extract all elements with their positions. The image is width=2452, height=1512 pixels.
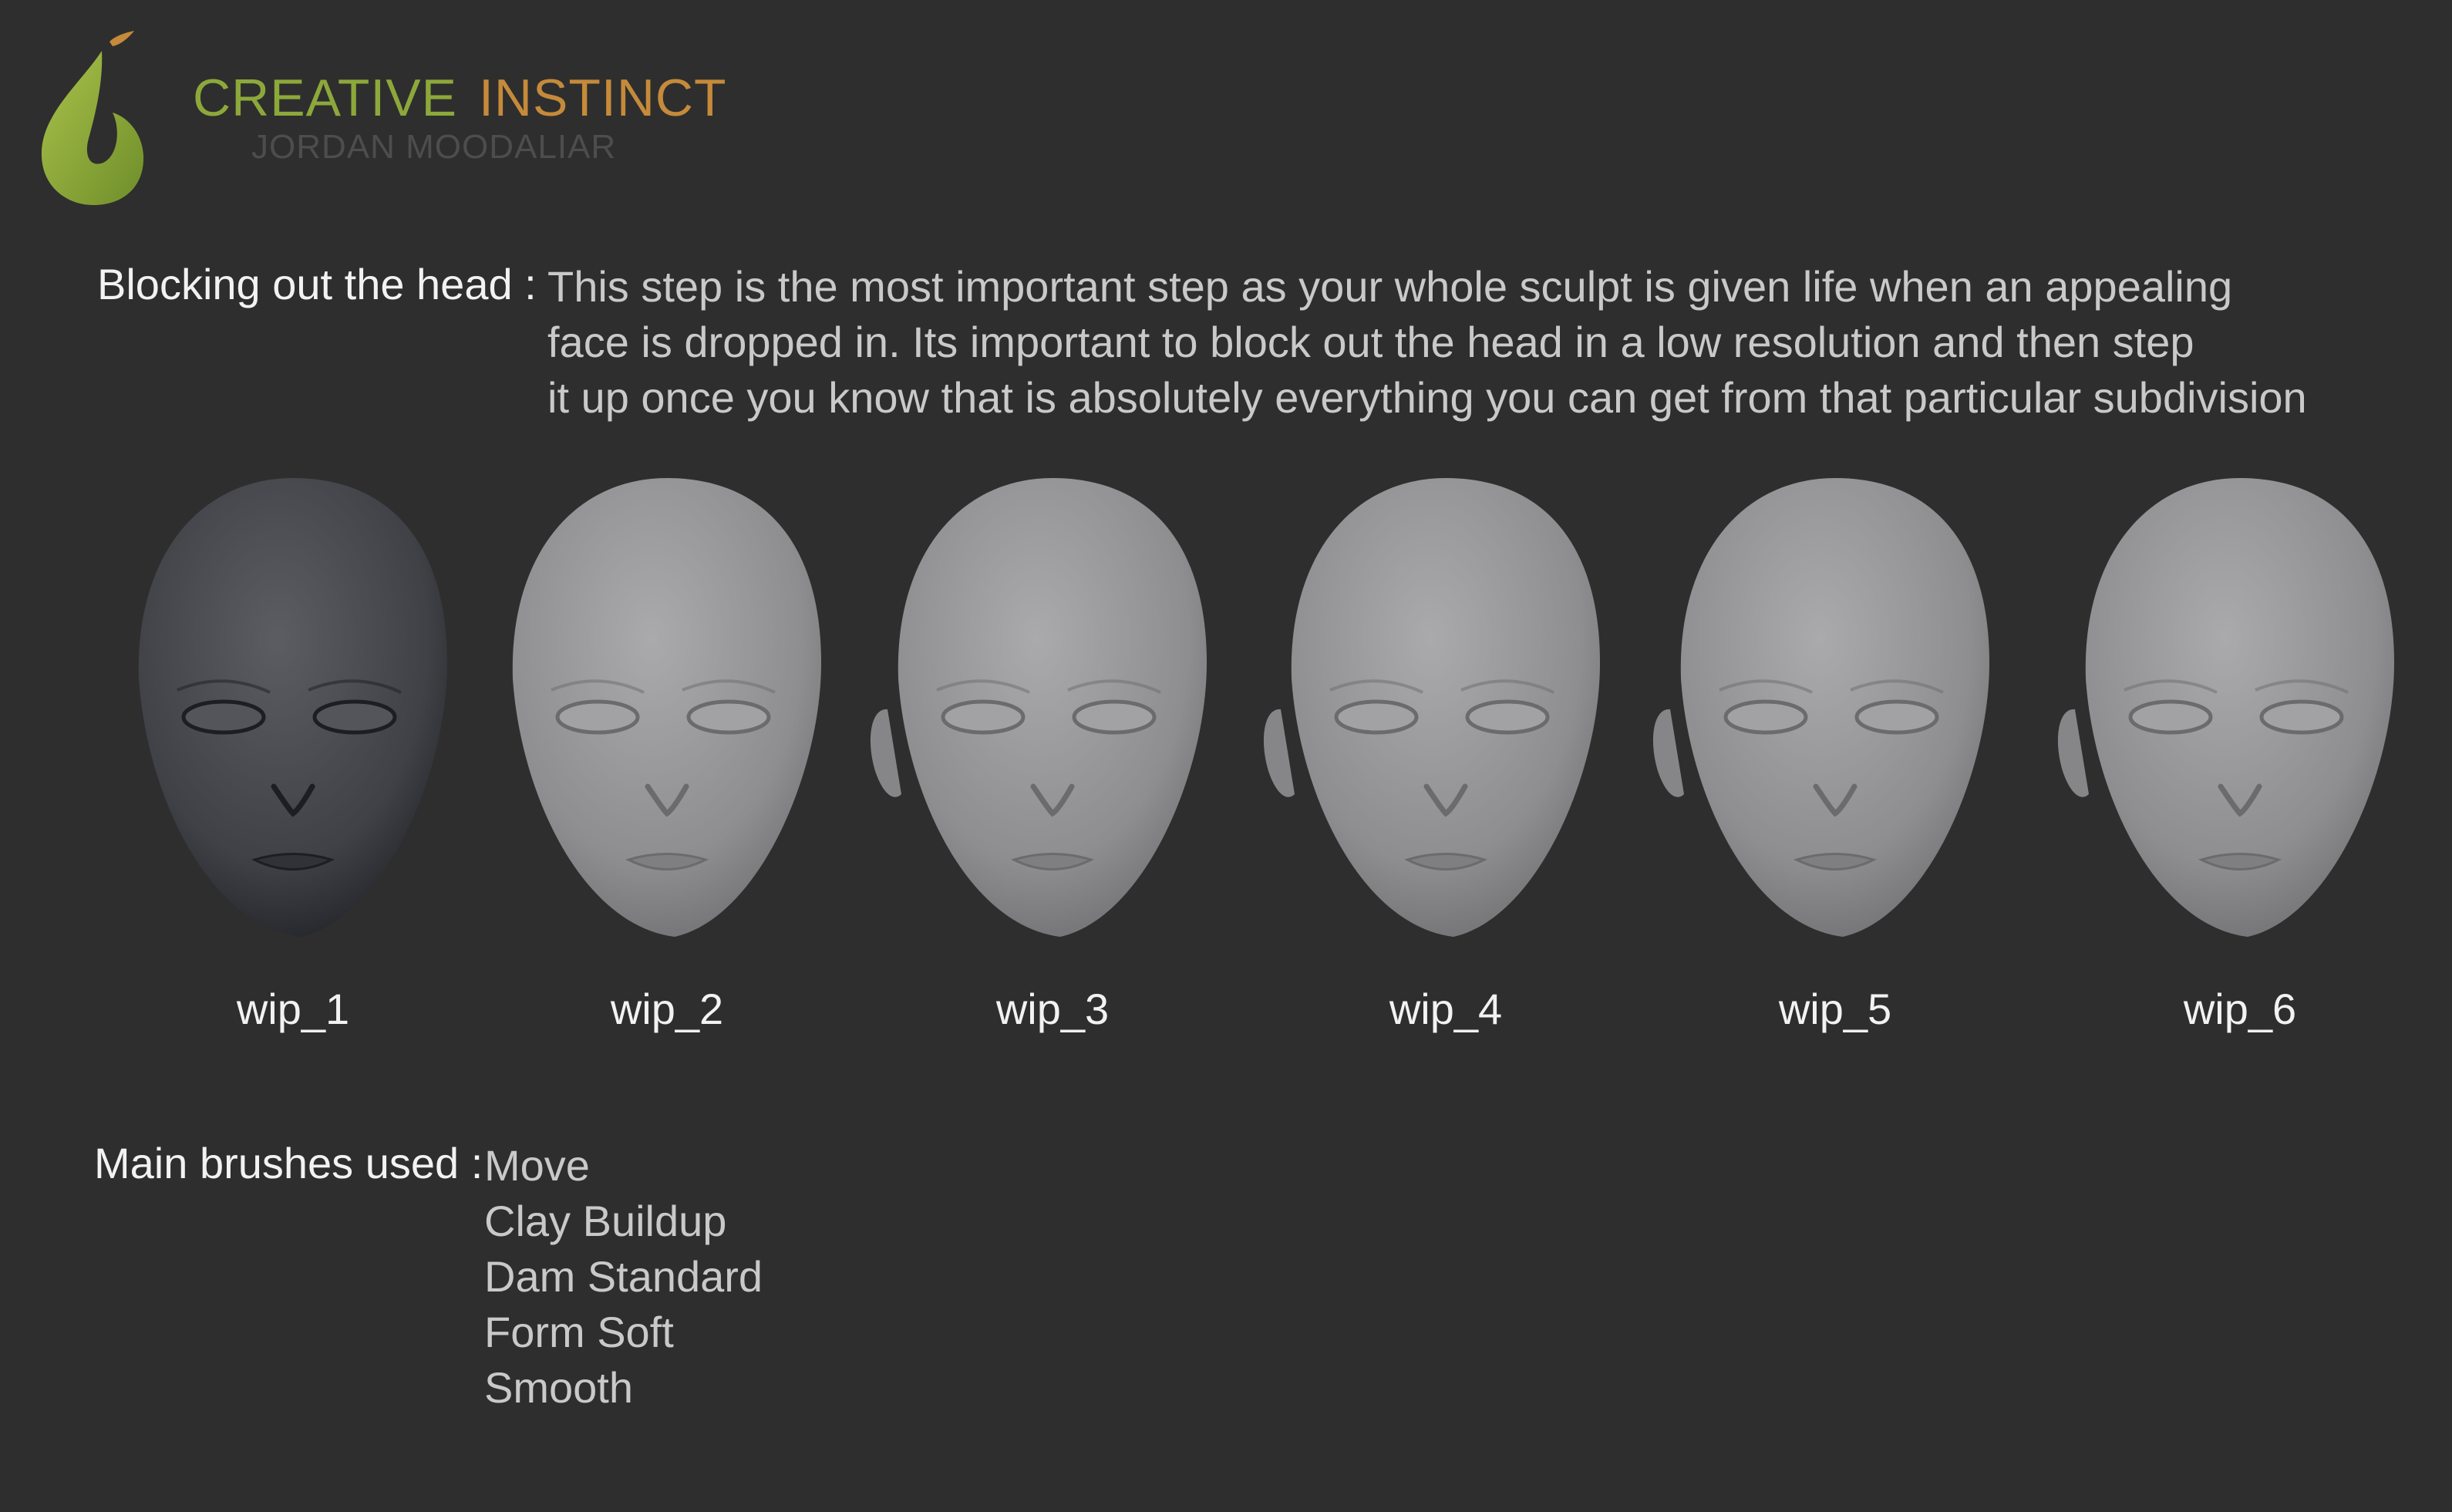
brush-item: Move — [484, 1141, 590, 1190]
intro-label: Blocking out the head : — [97, 260, 537, 308]
head-sculpt-image — [2057, 478, 2394, 937]
intro-line: it up once you know that is absolutely e… — [547, 373, 2307, 422]
brush-item: Dam Standard — [484, 1252, 763, 1301]
head-caption: wip_4 — [1389, 985, 1503, 1033]
head-sculpt-image — [512, 478, 821, 937]
head-render-4: wip_4 — [1253, 463, 1639, 1049]
head-render-3: wip_3 — [860, 463, 1245, 1049]
head-sequence: wip_1 wip_2 wip_3 wip_4 wip_5 wip_6 — [0, 463, 2452, 1049]
intro-text: This step is the most important step as … — [547, 259, 2413, 426]
brush-item: Clay Buildup — [484, 1197, 727, 1245]
head-sculpt-image — [138, 478, 447, 937]
intro-line: This step is the most important step as … — [547, 262, 2233, 311]
head-sculpt-image — [1652, 478, 1989, 937]
brush-item: Form Soft — [484, 1308, 674, 1356]
head-caption: wip_1 — [236, 985, 350, 1033]
intro-line: face is dropped in. Its important to blo… — [547, 318, 2194, 366]
brand-title-part1: CREATIVE — [193, 69, 458, 127]
brand-title-part2: INSTINCT — [479, 69, 727, 127]
head-sculpt-image — [1263, 478, 1600, 937]
brand-subtitle: JORDAN MOODALIAR — [251, 128, 617, 166]
brand-title: CREATIVE INSTINCT — [193, 68, 727, 128]
head-render-2: wip_2 — [474, 463, 860, 1049]
brush-list: Move Clay Buildup Dam Standard Form Soft… — [484, 1138, 763, 1416]
head-caption: wip_5 — [1778, 985, 1892, 1033]
brushes-label: Main brushes used : — [94, 1139, 483, 1187]
head-caption: wip_2 — [610, 985, 724, 1033]
head-sculpt-image — [870, 478, 1207, 937]
head-render-1: wip_1 — [100, 463, 486, 1049]
brush-item: Smooth — [484, 1363, 633, 1412]
head-caption: wip_3 — [995, 985, 1110, 1033]
green-droplet-logo-icon — [41, 31, 144, 205]
head-render-6: wip_6 — [2047, 463, 2433, 1049]
head-caption: wip_6 — [2183, 985, 2297, 1033]
head-render-5: wip_5 — [1642, 463, 2028, 1049]
